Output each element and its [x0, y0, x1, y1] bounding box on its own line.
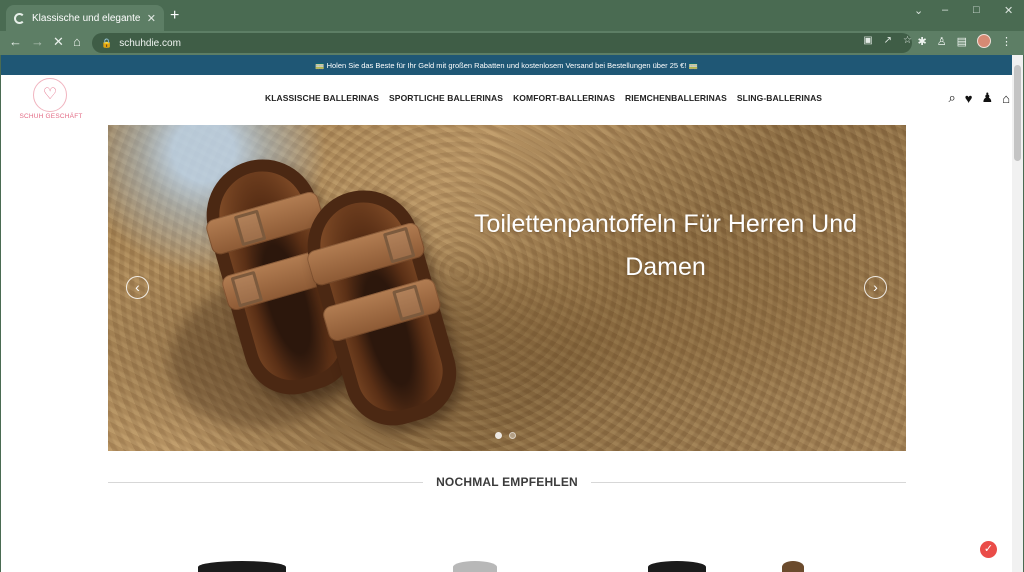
profile-avatar[interactable] [977, 34, 991, 48]
account-icon[interactable]: ♟ [981, 90, 993, 106]
stop-button[interactable]: ✕ [53, 35, 64, 49]
omnibox-actions: ▣ ↗ ☆ [863, 35, 912, 46]
left-bottom-buckle [230, 270, 264, 308]
right-top-buckle [382, 226, 416, 264]
active-tab[interactable]: Klassische und elegante Damen ✕ [6, 5, 164, 31]
cart-icon[interactable]: ⌂ [1002, 91, 1010, 106]
section-title: NOCHMAL EMPFEHLEN [436, 475, 578, 489]
browser-titlebar: Klassische und elegante Damen ✕ + ⌄ – □ … [0, 0, 1024, 31]
left-top-buckle [233, 209, 267, 247]
wishlist-icon[interactable]: ♥ [965, 91, 973, 106]
lock-icon: 🔒 [101, 37, 113, 48]
forward-button[interactable]: → [31, 35, 44, 49]
promo-banner: 🚃 Holen Sie das Beste für Ihr Geld mit g… [1, 55, 1012, 75]
product-image[interactable] [648, 561, 706, 572]
bookmark-icon[interactable]: ☆ [903, 35, 912, 46]
product-image[interactable] [782, 561, 804, 572]
minimize-button[interactable]: – [942, 4, 948, 16]
hero-title: Toilettenpantoffeln Für Herren Und Damen [473, 210, 858, 281]
maximize-button[interactable]: □ [973, 4, 980, 16]
browser-toolbar: ← → ✕ ⌂ 🔒 schuhdie.com ▣ ↗ ☆ ✱ ♙ ▤ ⋮ [0, 31, 1024, 55]
menu-icon[interactable]: ⋮ [1001, 35, 1012, 48]
logo-mark-icon: ♡ [42, 86, 58, 103]
site-header: ♡ SCHUH GESCHÄFT KLASSISCHE BALLERINAS S… [1, 75, 1012, 125]
main-navigation: KLASSISCHE BALLERINAS SPORTLICHE BALLERI… [265, 93, 822, 103]
new-tab-button[interactable]: + [170, 8, 179, 24]
header-actions: ⌕ ♥ ♟ ⌂ [948, 90, 1010, 106]
tab-title: Klassische und elegante Damen [32, 12, 141, 24]
address-bar[interactable]: 🔒 schuhdie.com [92, 33, 912, 53]
next-slide-button[interactable]: › [864, 276, 887, 299]
tab-close-icon[interactable]: ✕ [147, 12, 156, 25]
back-button[interactable]: ← [9, 35, 22, 49]
previous-slide-button[interactable]: ‹ [126, 276, 149, 299]
translate-icon[interactable]: ▣ [863, 35, 872, 46]
nav-komfort-ballerinas[interactable]: KOMFORT-BALLERINAS [513, 93, 615, 103]
search-icon[interactable]: ⌕ [948, 90, 955, 106]
scrollbar-thumb[interactable] [1014, 65, 1021, 161]
extensions-icon[interactable]: ✱ [918, 35, 927, 48]
web-page: 🚃 Holen Sie das Beste für Ihr Geld mit g… [1, 55, 1012, 572]
floating-help-button[interactable]: ✓ [980, 541, 997, 558]
close-window-button[interactable]: ✕ [1004, 4, 1013, 17]
product-image[interactable] [453, 561, 497, 572]
nav-riemchenballerinas[interactable]: RIEMCHENBALLERINAS [625, 93, 727, 103]
site-logo[interactable]: ♡ SCHUH GESCHÄFT [18, 78, 84, 122]
share-icon[interactable]: ↗ [884, 35, 892, 46]
slider-pagination [495, 432, 516, 439]
recommendation-heading: NOCHMAL EMPFEHLEN [108, 475, 906, 491]
lab-icon[interactable]: ♙ [937, 35, 947, 48]
nav-sportliche-ballerinas[interactable]: SPORTLICHE BALLERINAS [389, 93, 503, 103]
tab-search-icon[interactable]: ⌄ [914, 4, 923, 17]
nav-klassische-ballerinas[interactable]: KLASSISCHE BALLERINAS [265, 93, 379, 103]
slide-dot-active[interactable] [495, 432, 502, 439]
product-image[interactable] [198, 561, 286, 572]
home-button[interactable]: ⌂ [73, 35, 81, 49]
nav-sling-ballerinas[interactable]: SLING-BALLERINAS [737, 93, 822, 103]
slide-dot[interactable] [509, 432, 516, 439]
logo-text: SCHUH GESCHÄFT [19, 113, 83, 120]
page-scrollbar[interactable] [1012, 55, 1023, 572]
sidepanel-icon[interactable]: ▤ [957, 35, 967, 48]
hero-slider[interactable]: Toilettenpantoffeln Für Herren Und Damen… [108, 125, 906, 451]
right-bottom-buckle [392, 284, 425, 322]
browser-extension-icons: ✱ ♙ ▤ ⋮ [918, 34, 1012, 48]
loading-spinner-icon [14, 12, 25, 24]
address-text: schuhdie.com [119, 37, 181, 49]
